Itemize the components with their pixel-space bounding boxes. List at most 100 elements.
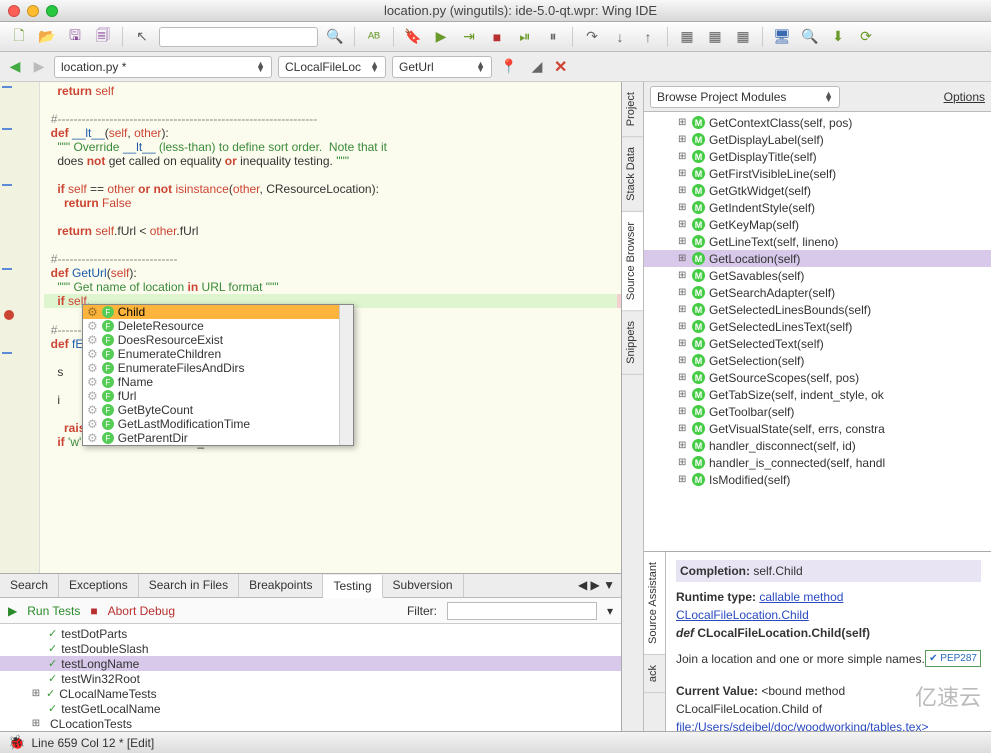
browser-tree-item[interactable]: ⊞MGetSearchAdapter(self) xyxy=(644,284,991,301)
autocomplete-item[interactable]: ⚙FGetLastModificationTime xyxy=(83,417,339,431)
run-tests-button[interactable]: Run Tests xyxy=(27,604,80,618)
vertical-tab[interactable]: Snippets xyxy=(622,311,643,375)
dropdown-icon[interactable]: ▾ xyxy=(607,604,613,618)
browser-tree-item[interactable]: ⊞MGetGtkWidget(self) xyxy=(644,182,991,199)
step-over-icon[interactable]: ↷ xyxy=(581,26,603,48)
filter-input[interactable] xyxy=(447,602,597,620)
pause-icon[interactable]: ⏸ xyxy=(542,26,564,48)
bottom-tab[interactable]: Breakpoints xyxy=(239,574,323,597)
browser-tree-item[interactable]: ⊞MGetLineText(self, lineno) xyxy=(644,233,991,250)
window-minimize[interactable] xyxy=(27,5,39,17)
monitor-icon[interactable]: 🖥 xyxy=(771,26,793,48)
continue-icon[interactable]: ⏯ xyxy=(514,26,536,48)
browser-tree-item[interactable]: ⊞MGetSelectedLinesText(self) xyxy=(644,318,991,335)
browser-tree-item[interactable]: ⊞MGetContextClass(self, pos) xyxy=(644,114,991,131)
browser-tree-item[interactable]: ⊞MGetLocation(self) xyxy=(644,250,991,267)
new-file-icon[interactable]: 🗋 xyxy=(8,26,30,48)
bottom-tab[interactable]: Search xyxy=(0,574,59,597)
nav-back-icon[interactable]: ◀ xyxy=(6,58,24,76)
browser-tree-item[interactable]: ⊞Mhandler_disconnect(self, id) xyxy=(644,437,991,454)
run-tests-icon[interactable]: ▶ xyxy=(8,604,17,618)
vertical-tab[interactable]: Source Browser xyxy=(622,212,643,311)
nav-forward-icon[interactable]: ▶ xyxy=(30,58,48,76)
save-all-icon[interactable]: 🗐 xyxy=(92,26,114,48)
browser-tree-item[interactable]: ⊞MGetVisualState(self, errs, constra xyxy=(644,420,991,437)
test-tree-item[interactable]: ⊞✓CLocalNameTests xyxy=(0,686,621,701)
window-zoom[interactable] xyxy=(46,5,58,17)
test-tree-item[interactable]: ✓testWin32Root xyxy=(0,671,621,686)
browser-tree-item[interactable]: ⊞MGetDisplayTitle(self) xyxy=(644,148,991,165)
bookmark-icon[interactable]: 🔖 xyxy=(402,26,424,48)
autocomplete-item[interactable]: ⚙FGetParentDir xyxy=(83,431,339,445)
browser-tree-item[interactable]: ⊞MIsModified(self) xyxy=(644,471,991,488)
autocomplete-scrollbar[interactable] xyxy=(339,305,353,445)
browser-tree-item[interactable]: ⊞MGetSelectedText(self) xyxy=(644,335,991,352)
find-icon[interactable]: 🔍 xyxy=(799,26,821,48)
abort-icon[interactable]: ■ xyxy=(90,604,97,618)
vertical-tab[interactable]: Stack Data xyxy=(622,137,643,212)
autocomplete-item[interactable]: ⚙FEnumerateChildren xyxy=(83,347,339,361)
browser-tree-item[interactable]: ⊞MGetSelection(self) xyxy=(644,352,991,369)
browser-tree-item[interactable]: ⊞Mhandler_is_connected(self, handl xyxy=(644,454,991,471)
stop-icon[interactable]: ■ xyxy=(486,26,508,48)
browser-tree-item[interactable]: ⊞MGetIndentStyle(self) xyxy=(644,199,991,216)
search-icon[interactable]: 🔍 xyxy=(324,26,346,48)
window-close[interactable] xyxy=(8,5,20,17)
autocomplete-item[interactable]: ⚙FGetByteCount xyxy=(83,403,339,417)
autocomplete-popup[interactable]: ⚙FChild⚙FDeleteResource⚙FDoesResourceExi… xyxy=(82,304,354,446)
source-browser-tree[interactable]: ⊞MGetContextClass(self, pos)⊞MGetDisplay… xyxy=(644,112,991,551)
bottom-tab[interactable]: Search in Files xyxy=(139,574,239,597)
view2-icon[interactable]: ▦ xyxy=(704,26,726,48)
symbol-combo[interactable]: GetUrl ▲▼ xyxy=(392,56,492,78)
replace-icon[interactable]: ᴬᴮ xyxy=(363,26,385,48)
test-tree-item[interactable]: ⊞CLocationTests xyxy=(0,716,621,731)
abort-debug-button[interactable]: Abort Debug xyxy=(108,604,175,618)
run-icon[interactable]: ▶ xyxy=(430,26,452,48)
runtime-link2[interactable]: CLocalFileLocation.Child xyxy=(676,608,809,622)
assistant-vertical-tab[interactable]: Source Assistant xyxy=(644,552,665,655)
pin-icon[interactable]: 📍 xyxy=(498,56,520,78)
bottom-tab[interactable]: Exceptions xyxy=(59,574,139,597)
view-icon[interactable]: ▦ xyxy=(676,26,698,48)
vertical-tab[interactable]: Project xyxy=(622,82,643,137)
browse-combo[interactable]: Browse Project Modules ▲▼ xyxy=(650,86,840,108)
tab-overflow-icon[interactable]: ◀ ▶ ▼ xyxy=(572,574,621,597)
step-into-icon[interactable]: ↓ xyxy=(609,26,631,48)
test-tree-item[interactable]: ✓testDotParts xyxy=(0,626,621,641)
scope-combo[interactable]: CLocalFileLoc ▲▼ xyxy=(278,56,386,78)
refresh-icon[interactable]: ⟳ xyxy=(855,26,877,48)
browser-tree-item[interactable]: ⊞MGetDisplayLabel(self) xyxy=(644,131,991,148)
autocomplete-item[interactable]: ⚙FChild xyxy=(83,305,339,319)
browser-tree-item[interactable]: ⊞MGetFirstVisibleLine(self) xyxy=(644,165,991,182)
options-link[interactable]: OOptionsptions xyxy=(944,90,985,104)
runtime-link1[interactable]: callable method xyxy=(759,590,843,604)
browser-tree-item[interactable]: ⊞MGetSourceScopes(self, pos) xyxy=(644,369,991,386)
assistant-vertical-tab[interactable]: ack xyxy=(644,655,665,693)
autocomplete-item[interactable]: ⚙FDeleteResource xyxy=(83,319,339,333)
file-combo[interactable]: location.py * ▲▼ xyxy=(54,56,272,78)
view3-icon[interactable]: ▦ xyxy=(732,26,754,48)
current-value-link[interactable]: file:/Users/sdeibel/doc/woodworking/tabl… xyxy=(676,720,928,731)
autocomplete-item[interactable]: ⚙FfName xyxy=(83,375,339,389)
search-input[interactable] xyxy=(159,27,318,47)
bottom-tab[interactable]: Testing xyxy=(323,575,382,598)
autocomplete-item[interactable]: ⚙FEnumerateFilesAndDirs xyxy=(83,361,339,375)
close-file-icon[interactable]: ✕ xyxy=(554,57,567,77)
code-editor[interactable]: return self #---------------------------… xyxy=(0,82,621,573)
test-tree-item[interactable]: ✓testLongName xyxy=(0,656,621,671)
autocomplete-item[interactable]: ⚙FDoesResourceExist xyxy=(83,333,339,347)
browser-tree-item[interactable]: ⊞MGetSelectedLinesBounds(self) xyxy=(644,301,991,318)
browser-tree-item[interactable]: ⊞MGetKeyMap(self) xyxy=(644,216,991,233)
editor-gutter[interactable] xyxy=(0,82,40,573)
browser-tree-item[interactable]: ⊞MGetToolbar(self) xyxy=(644,403,991,420)
test-tree-item[interactable]: ✓testGetLocalName xyxy=(0,701,621,716)
test-tree[interactable]: ✓testDotParts✓testDoubleSlash✓testLongNa… xyxy=(0,624,621,731)
bottom-tab[interactable]: Subversion xyxy=(383,574,464,597)
debug-icon[interactable]: ⇥ xyxy=(458,26,480,48)
goto-icon[interactable]: ↖ xyxy=(131,26,153,48)
save-icon[interactable]: 🖫 xyxy=(64,26,86,48)
browser-tree-item[interactable]: ⊞MGetSavables(self) xyxy=(644,267,991,284)
browser-tree-item[interactable]: ⊞MGetTabSize(self, indent_style, ok xyxy=(644,386,991,403)
split-icon[interactable]: ◢ xyxy=(526,56,548,78)
test-tree-item[interactable]: ✓testDoubleSlash xyxy=(0,641,621,656)
